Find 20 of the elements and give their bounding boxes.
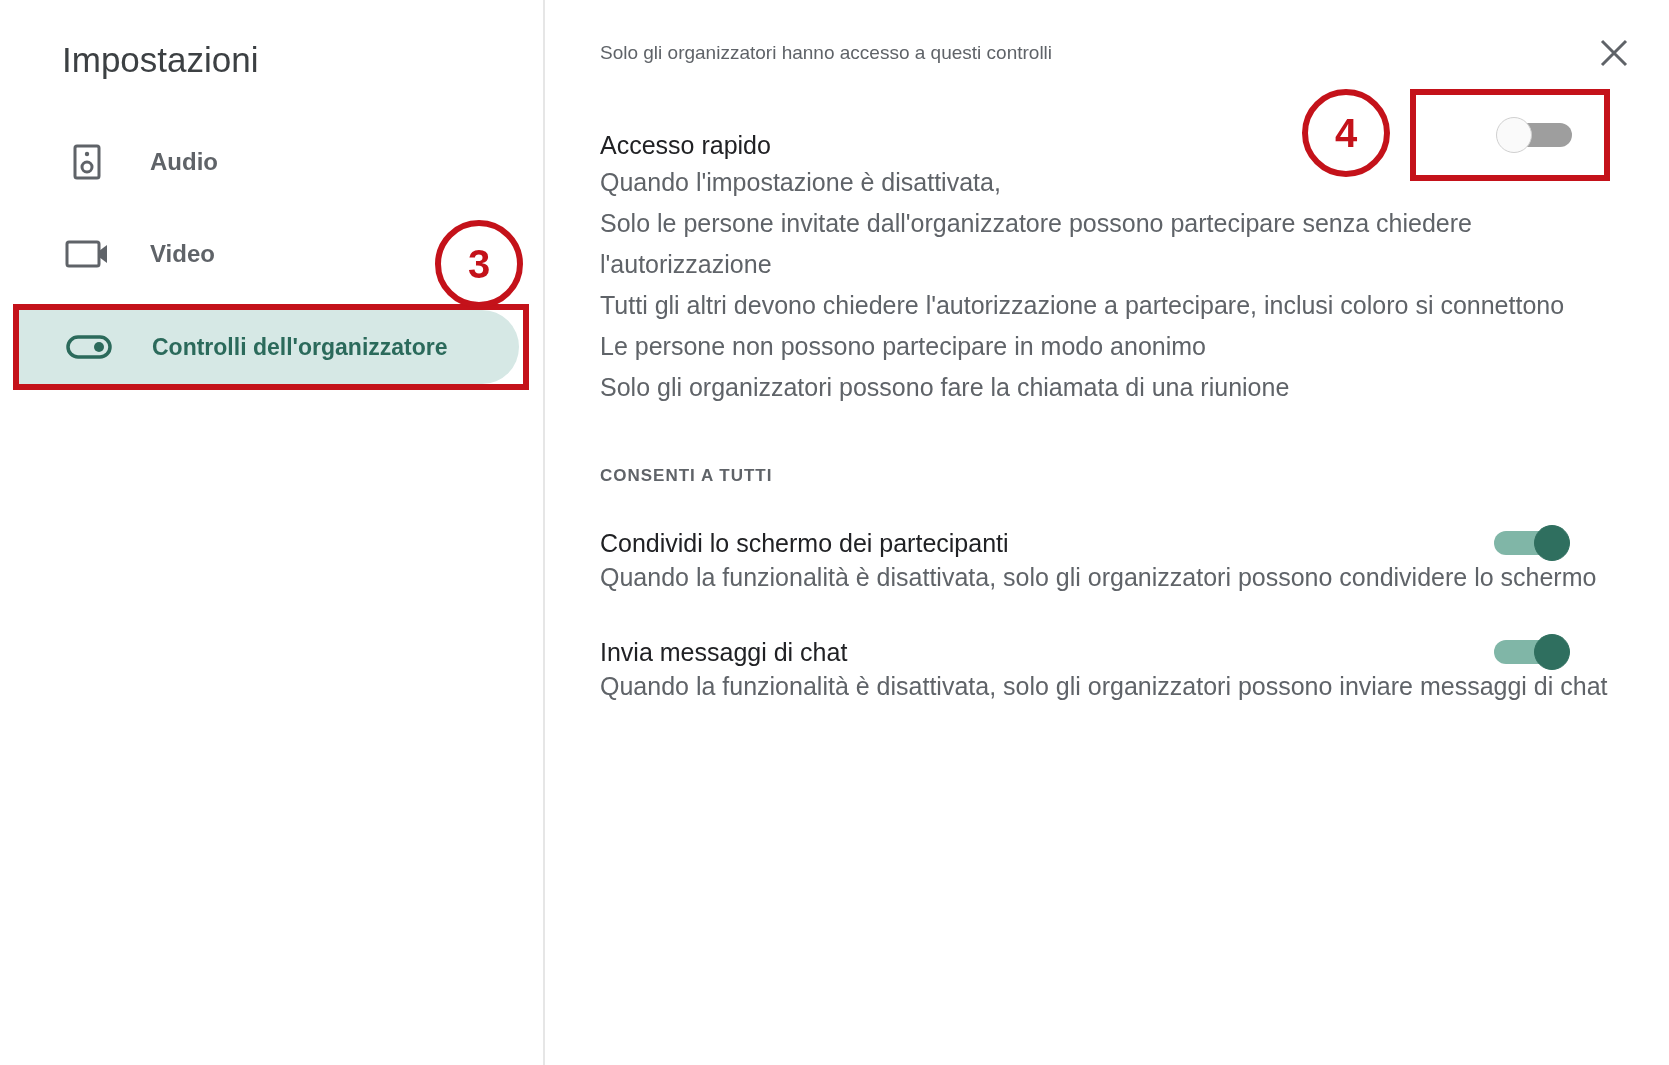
nav-item[interactable]: Video — [14, 217, 235, 291]
toggle-icon — [66, 335, 112, 359]
setting-title: Invia messaggi di chat — [600, 637, 848, 667]
setting-title: Accesso rapido — [600, 130, 771, 160]
nav-item[interactable]: Audio — [14, 125, 238, 199]
callout-badge: 4 — [1302, 89, 1390, 177]
nav-item[interactable]: Controlli dell'organizzatore — [19, 310, 519, 384]
close-icon[interactable] — [1599, 38, 1629, 68]
notice-text: Solo gli organizzatori hanno accesso a questi controlli — [600, 42, 1053, 64]
setting-description: Quando la funzionalità è disattivata, solo gli organizzatori possono condividere lo schermo — [600, 562, 1598, 593]
section-heading: CONSENTI A TUTTI — [600, 466, 774, 486]
setting-description: Solo gli organizzatori possono fare la chiamata di una riunione — [600, 372, 1291, 403]
video-camera-icon — [64, 240, 110, 268]
setting-description: Quando l'impostazione è disattivata, — [600, 167, 1002, 198]
setting-title: Condividi lo schermo dei partecipanti — [600, 528, 1009, 558]
setting-description: Solo le persone invitate dall'organizzatore possono partecipare senza chiedere l'autorizzazione — [600, 208, 1473, 280]
setting-description: Tutti gli altri devono chiedere l'autorizzazione a partecipare, inclusi coloro si connettono — [600, 290, 1566, 321]
settings-title: Impostazioni — [62, 40, 260, 80]
setting-description: Quando la funzionalità è disattivata, solo gli organizzatori possono inviare messaggi di chat — [600, 671, 1609, 702]
setting-description: Le persone non possono partecipare in modo anonimo — [600, 331, 1207, 362]
